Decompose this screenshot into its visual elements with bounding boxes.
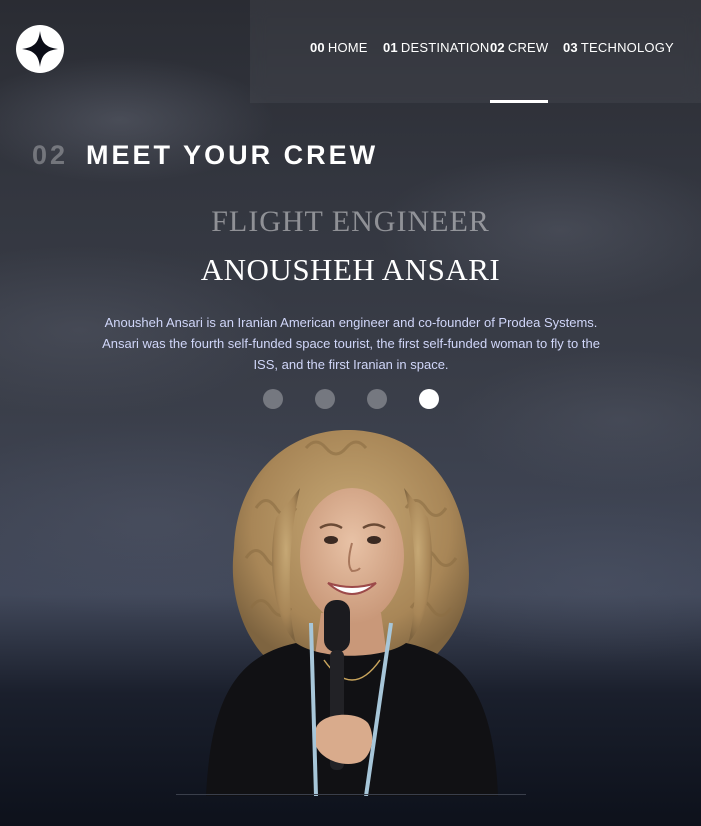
section-number: 02 (32, 140, 69, 170)
nav-label: HOME (327, 40, 368, 55)
nav-label: DESTINATION (400, 40, 490, 55)
nav-number: 03 (563, 40, 578, 55)
nav-number: 01 (383, 40, 398, 55)
nav-item-destination[interactable]: 01 DESTINATION (383, 40, 490, 103)
logo[interactable] (16, 25, 64, 73)
crew-dot-3[interactable] (367, 389, 387, 409)
crew-bio: Anousheh Ansari is an Iranian American e… (102, 315, 600, 372)
crew-name: ANOUSHEH ANSARI (200, 252, 501, 287)
nav-item-technology[interactable]: 03 TECHNOLOGY (563, 40, 674, 103)
page-title: 02 MEET YOUR CREW (32, 140, 378, 171)
main-nav: 00 HOME 01 DESTINATION 02 CREW 03 TECHNOLOGY (250, 0, 701, 103)
crew-dot-4[interactable] (419, 389, 439, 409)
crew-role: FLIGHT ENGINEER (211, 205, 490, 238)
crew-portrait (206, 429, 498, 796)
crew-dot-2[interactable] (315, 389, 335, 409)
nav-label: CREW (507, 40, 549, 55)
crew-pagination (0, 389, 701, 409)
nav-number: 02 (490, 40, 505, 55)
nav-item-home[interactable]: 00 HOME (310, 40, 368, 103)
nav-item-crew[interactable]: 02 CREW (490, 40, 549, 103)
nav-number: 00 (310, 40, 325, 55)
crew-dot-1[interactable] (263, 389, 283, 409)
portrait-divider (176, 794, 526, 795)
star-icon (22, 31, 58, 67)
section-title-text: MEET YOUR CREW (86, 140, 379, 170)
nav-label: TECHNOLOGY (580, 40, 674, 55)
